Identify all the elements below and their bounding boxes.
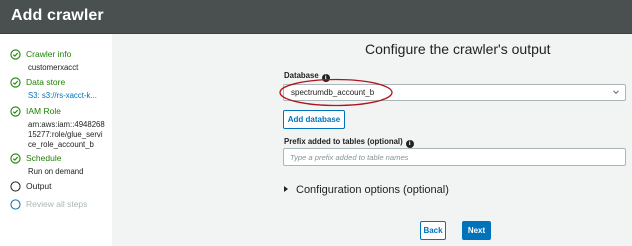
check-circle-icon <box>10 77 21 88</box>
back-button[interactable]: Back <box>420 221 446 240</box>
step-label: Review all steps <box>26 199 88 209</box>
empty-circle-icon <box>10 199 21 210</box>
step-detail: 15277:role/glue_servi <box>28 130 103 139</box>
add-database-button[interactable]: Add database <box>283 110 345 129</box>
step-label: Output <box>26 181 52 191</box>
caret-right-icon <box>284 186 288 192</box>
step-detail-link[interactable]: S3: s3://rs-xacct-k... <box>28 91 97 101</box>
check-circle-icon <box>10 49 21 60</box>
next-button[interactable]: Next <box>462 221 491 240</box>
main-panel: Configure the crawler's output Database i… <box>112 34 632 246</box>
configuration-options-label: Configuration options (optional) <box>296 184 449 196</box>
step-detail: arn:aws:iam::4948268 <box>28 120 105 129</box>
step-detail: Run on demand <box>28 167 84 176</box>
page-title: Add crawler <box>11 7 104 24</box>
step-label: IAM Role <box>26 106 61 116</box>
step-detail: customerxacct <box>28 63 79 72</box>
step-label: Data store <box>26 77 66 87</box>
prefix-label-text: Prefix added to tables (optional) <box>284 137 403 146</box>
wizard-steps-sidebar: Crawler info customerxacct Data store S3… <box>0 34 112 246</box>
info-icon[interactable]: i <box>405 140 414 148</box>
prefix-label: Prefix added to tables (optional) i <box>284 137 414 148</box>
page-header: Add crawler <box>0 0 632 34</box>
step-label: Schedule <box>26 153 62 163</box>
check-circle-icon <box>10 153 21 164</box>
empty-circle-icon <box>10 181 21 192</box>
prefix-input[interactable] <box>283 148 626 166</box>
chevron-down-icon <box>613 90 619 95</box>
annotation-ellipse <box>279 78 393 107</box>
step-detail: ce_role_account_b <box>28 140 94 149</box>
configuration-options-expander[interactable]: Configuration options (optional) <box>284 184 449 196</box>
step-label: Crawler info <box>26 49 72 59</box>
section-title: Configure the crawler's output <box>365 41 551 57</box>
check-circle-icon <box>10 106 21 117</box>
